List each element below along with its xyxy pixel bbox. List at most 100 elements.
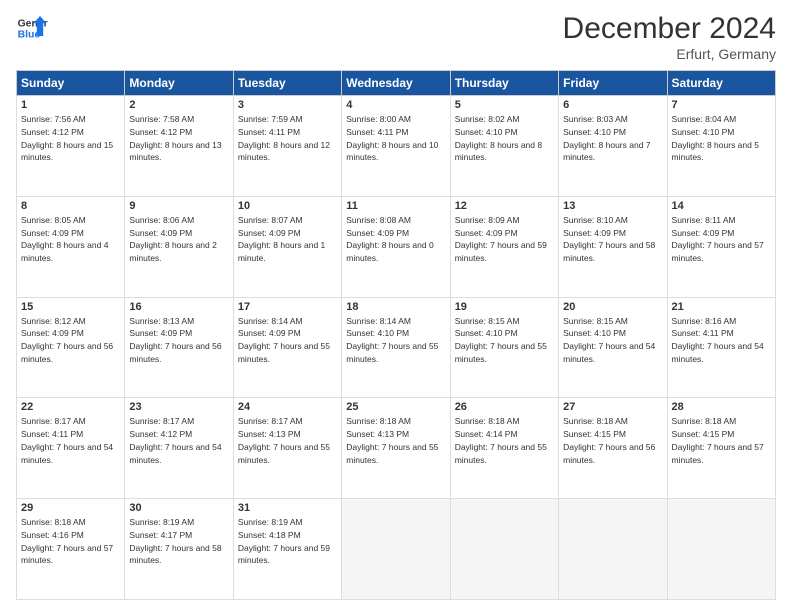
day-number: 1 xyxy=(21,99,120,111)
table-cell: 23 Sunrise: 8:17 AMSunset: 4:12 PMDayligh… xyxy=(125,398,233,499)
logo-icon: General Blue xyxy=(16,12,48,44)
day-number: 3 xyxy=(238,99,337,111)
table-cell: 6 Sunrise: 8:03 AMSunset: 4:10 PMDaylight… xyxy=(559,96,667,197)
week-row-3: 22 Sunrise: 8:17 AMSunset: 4:11 PMDayligh… xyxy=(17,398,776,499)
calendar-subtitle: Erfurt, Germany xyxy=(563,46,776,62)
table-cell: 19Sunrise: 8:15 AMSunset: 4:10 PMDayligh… xyxy=(450,297,558,398)
calendar-table: Sunday Monday Tuesday Wednesday Thursday… xyxy=(16,70,776,600)
table-cell: 8Sunrise: 8:05 AMSunset: 4:09 PMDaylight… xyxy=(17,196,125,297)
week-row-1: 8Sunrise: 8:05 AMSunset: 4:09 PMDaylight… xyxy=(17,196,776,297)
header-row: Sunday Monday Tuesday Wednesday Thursday… xyxy=(17,71,776,96)
day-number: 7 xyxy=(672,99,771,111)
table-cell: 4 Sunrise: 8:00 AMSunset: 4:11 PMDaylight… xyxy=(342,96,450,197)
day-info: Sunrise: 7:58 AMSunset: 4:12 PMDaylight:… xyxy=(129,113,228,164)
table-cell: 3 Sunrise: 7:59 AMSunset: 4:11 PMDaylight… xyxy=(233,96,341,197)
day-number: 31 xyxy=(238,502,337,514)
day-info: Sunrise: 8:08 AMSunset: 4:09 PMDaylight:… xyxy=(346,214,445,265)
day-number: 24 xyxy=(238,401,337,413)
day-number: 8 xyxy=(21,200,120,212)
day-number: 17 xyxy=(238,301,337,313)
day-info: Sunrise: 8:14 AMSunset: 4:09 PMDaylight:… xyxy=(238,315,337,366)
table-cell: 12 Sunrise: 8:09 AMSunset: 4:09 PMDayligh… xyxy=(450,196,558,297)
day-info: Sunrise: 8:00 AMSunset: 4:11 PMDaylight:… xyxy=(346,113,445,164)
day-number: 5 xyxy=(455,99,554,111)
table-cell xyxy=(450,499,558,600)
day-info: Sunrise: 8:06 AMSunset: 4:09 PMDaylight:… xyxy=(129,214,228,265)
table-cell xyxy=(559,499,667,600)
table-cell: 22 Sunrise: 8:17 AMSunset: 4:11 PMDayligh… xyxy=(17,398,125,499)
table-cell: 15Sunrise: 8:12 AMSunset: 4:09 PMDayligh… xyxy=(17,297,125,398)
day-number: 4 xyxy=(346,99,445,111)
day-number: 2 xyxy=(129,99,228,111)
calendar-title: December 2024 xyxy=(563,12,776,46)
table-cell: 7Sunrise: 8:04 AMSunset: 4:10 PMDaylight… xyxy=(667,96,775,197)
table-cell: 25Sunrise: 8:18 AMSunset: 4:13 PMDayligh… xyxy=(342,398,450,499)
day-number: 30 xyxy=(129,502,228,514)
day-number: 19 xyxy=(455,301,554,313)
logo: General Blue xyxy=(16,12,48,44)
table-cell: 2 Sunrise: 7:58 AMSunset: 4:12 PMDaylight… xyxy=(125,96,233,197)
day-number: 11 xyxy=(346,200,445,212)
day-number: 6 xyxy=(563,99,662,111)
table-cell: 11 Sunrise: 8:08 AMSunset: 4:09 PMDayligh… xyxy=(342,196,450,297)
day-number: 26 xyxy=(455,401,554,413)
day-info: Sunrise: 8:17 AMSunset: 4:12 PMDaylight:… xyxy=(129,415,228,466)
table-cell: 27 Sunrise: 8:18 AMSunset: 4:15 PMDayligh… xyxy=(559,398,667,499)
header-saturday: Saturday xyxy=(667,71,775,96)
day-info: Sunrise: 7:56 AMSunset: 4:12 PMDaylight:… xyxy=(21,113,120,164)
header-monday: Monday xyxy=(125,71,233,96)
day-number: 20 xyxy=(563,301,662,313)
day-info: Sunrise: 8:17 AMSunset: 4:11 PMDaylight:… xyxy=(21,415,120,466)
day-number: 18 xyxy=(346,301,445,313)
table-cell: 21Sunrise: 8:16 AMSunset: 4:11 PMDayligh… xyxy=(667,297,775,398)
day-info: Sunrise: 8:02 AMSunset: 4:10 PMDaylight:… xyxy=(455,113,554,164)
day-info: Sunrise: 8:13 AMSunset: 4:09 PMDaylight:… xyxy=(129,315,228,366)
day-info: Sunrise: 8:18 AMSunset: 4:15 PMDaylight:… xyxy=(672,415,771,466)
day-info: Sunrise: 7:59 AMSunset: 4:11 PMDaylight:… xyxy=(238,113,337,164)
header-tuesday: Tuesday xyxy=(233,71,341,96)
day-info: Sunrise: 8:10 AMSunset: 4:09 PMDaylight:… xyxy=(563,214,662,265)
day-info: Sunrise: 8:18 AMSunset: 4:15 PMDaylight:… xyxy=(563,415,662,466)
table-cell: 16 Sunrise: 8:13 AMSunset: 4:09 PMDayligh… xyxy=(125,297,233,398)
table-cell: 26 Sunrise: 8:18 AMSunset: 4:14 PMDayligh… xyxy=(450,398,558,499)
table-cell: 1 Sunrise: 7:56 AMSunset: 4:12 PMDaylight… xyxy=(17,96,125,197)
day-info: Sunrise: 8:07 AMSunset: 4:09 PMDaylight:… xyxy=(238,214,337,265)
table-cell: 29 Sunrise: 8:18 AMSunset: 4:16 PMDayligh… xyxy=(17,499,125,600)
day-number: 25 xyxy=(346,401,445,413)
table-cell: 5 Sunrise: 8:02 AMSunset: 4:10 PMDaylight… xyxy=(450,96,558,197)
week-row-4: 29 Sunrise: 8:18 AMSunset: 4:16 PMDayligh… xyxy=(17,499,776,600)
table-cell xyxy=(342,499,450,600)
header-wednesday: Wednesday xyxy=(342,71,450,96)
day-number: 10 xyxy=(238,200,337,212)
day-number: 27 xyxy=(563,401,662,413)
table-cell: 9Sunrise: 8:06 AMSunset: 4:09 PMDaylight… xyxy=(125,196,233,297)
week-row-0: 1 Sunrise: 7:56 AMSunset: 4:12 PMDaylight… xyxy=(17,96,776,197)
day-number: 16 xyxy=(129,301,228,313)
header-thursday: Thursday xyxy=(450,71,558,96)
table-cell: 30Sunrise: 8:19 AMSunset: 4:17 PMDayligh… xyxy=(125,499,233,600)
day-info: Sunrise: 8:03 AMSunset: 4:10 PMDaylight:… xyxy=(563,113,662,164)
header-sunday: Sunday xyxy=(17,71,125,96)
table-cell: 17 Sunrise: 8:14 AMSunset: 4:09 PMDayligh… xyxy=(233,297,341,398)
table-cell: 28 Sunrise: 8:18 AMSunset: 4:15 PMDayligh… xyxy=(667,398,775,499)
title-block: December 2024 Erfurt, Germany xyxy=(563,12,776,62)
table-cell: 18 Sunrise: 8:14 AMSunset: 4:10 PMDayligh… xyxy=(342,297,450,398)
day-info: Sunrise: 8:09 AMSunset: 4:09 PMDaylight:… xyxy=(455,214,554,265)
day-number: 29 xyxy=(21,502,120,514)
table-cell: 14Sunrise: 8:11 AMSunset: 4:09 PMDayligh… xyxy=(667,196,775,297)
day-number: 28 xyxy=(672,401,771,413)
week-row-2: 15Sunrise: 8:12 AMSunset: 4:09 PMDayligh… xyxy=(17,297,776,398)
day-number: 22 xyxy=(21,401,120,413)
day-number: 12 xyxy=(455,200,554,212)
day-info: Sunrise: 8:18 AMSunset: 4:16 PMDaylight:… xyxy=(21,516,120,567)
day-info: Sunrise: 8:18 AMSunset: 4:14 PMDaylight:… xyxy=(455,415,554,466)
day-number: 23 xyxy=(129,401,228,413)
header: General Blue December 2024 Erfurt, Germa… xyxy=(16,12,776,62)
table-cell xyxy=(667,499,775,600)
day-number: 14 xyxy=(672,200,771,212)
day-info: Sunrise: 8:14 AMSunset: 4:10 PMDaylight:… xyxy=(346,315,445,366)
header-friday: Friday xyxy=(559,71,667,96)
day-info: Sunrise: 8:15 AMSunset: 4:10 PMDaylight:… xyxy=(563,315,662,366)
table-cell: 24Sunrise: 8:17 AMSunset: 4:13 PMDayligh… xyxy=(233,398,341,499)
page: General Blue December 2024 Erfurt, Germa… xyxy=(0,0,792,612)
